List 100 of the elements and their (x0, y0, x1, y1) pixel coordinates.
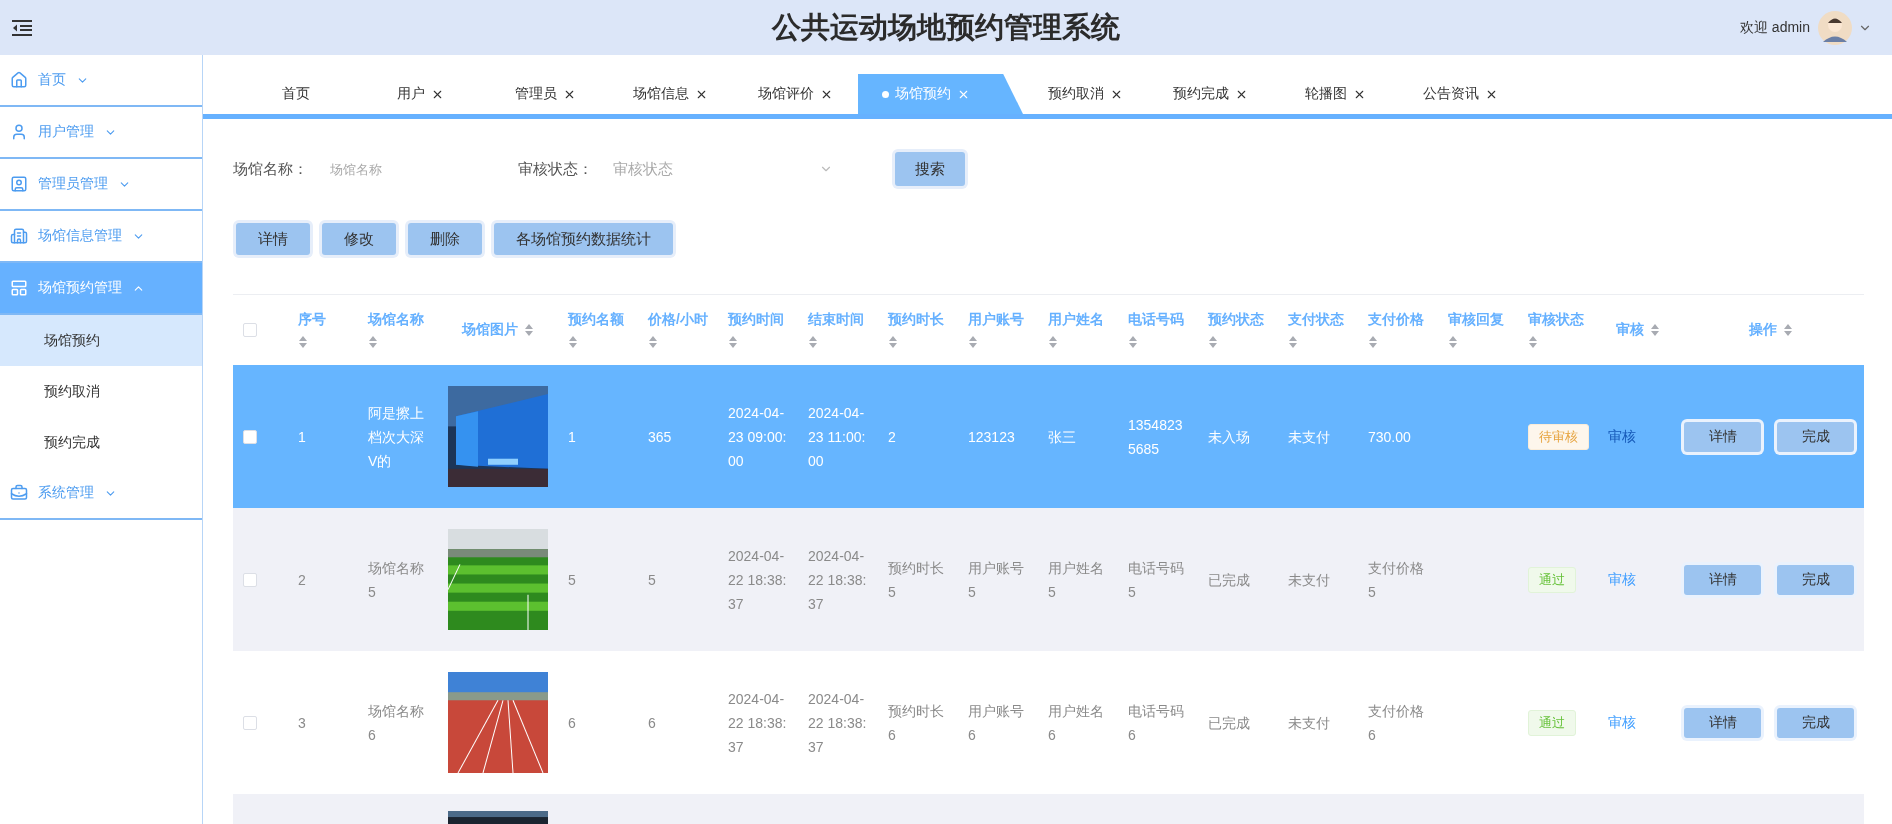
table-cell-text: 未入场 (1208, 427, 1250, 447)
action-button[interactable]: 各场馆预约数据统计 (494, 223, 673, 255)
table-cell-text: 用户账号5 (968, 558, 1025, 602)
sidebar-subitem[interactable]: 场馆预约 (0, 315, 202, 366)
row-button[interactable]: 完成 (1777, 707, 1854, 738)
sort-icon[interactable] (648, 335, 658, 349)
table-cell-text: 阿是擦上档次大深V的 (368, 403, 425, 471)
sort-icon[interactable] (368, 335, 378, 349)
table-cell-text: 电话号码6 (1128, 701, 1185, 745)
column-header: 支付状态 (1288, 311, 1344, 329)
sort-icon[interactable] (728, 335, 738, 349)
table-cell-text: 1 (568, 427, 576, 447)
sort-icon[interactable] (298, 335, 308, 349)
table-row[interactable]: 1 阿是擦上档次大深V的 1 365 2024-04-23 09:00:00 2024-04-23 11:00:00 2 123123 张三 13548235685 未入场 未支付 730.00 待审核 审核 详情 完成 (233, 365, 1864, 508)
row-button[interactable]: 完成 (1777, 421, 1854, 452)
table-cell-text: 2024-04-23 11:00:00 (808, 403, 867, 471)
tab[interactable]: 场馆信息 (608, 74, 733, 114)
status-tag: 待审核 (1528, 423, 1589, 450)
column-header: 场馆图片 (462, 321, 518, 339)
table-cell-text: 已完成 (1208, 713, 1250, 733)
checkbox[interactable] (243, 429, 257, 444)
table-cell-text: 5 (648, 570, 656, 590)
field-label: 审核状态： (518, 159, 593, 179)
checkbox[interactable] (243, 572, 257, 587)
table-cell-text: 未支付 (1288, 570, 1330, 590)
column-header: 操作 (1749, 321, 1777, 339)
table-cell-text: 365 (648, 427, 672, 447)
building-icon (10, 227, 28, 245)
sort-icon[interactable] (568, 335, 578, 349)
table-cell-text: 张三 (1048, 427, 1076, 447)
field-label: 场馆名称： (233, 159, 308, 179)
checkbox[interactable] (243, 715, 257, 730)
column-header: 序号 (298, 311, 326, 329)
sort-icon[interactable] (1448, 335, 1458, 349)
tab[interactable]: 场馆评价 (733, 74, 858, 114)
sort-icon[interactable] (808, 335, 818, 349)
column-header: 预约时长 (888, 311, 944, 329)
table-cell-text: 已完成 (1208, 570, 1250, 590)
table-cell-text: 预约时长5 (888, 558, 945, 602)
table-cell-text: 2024-04-22 18:38:37 (728, 689, 788, 757)
tab[interactable]: 预约完成 (1148, 74, 1273, 114)
action-button[interactable]: 修改 (322, 223, 396, 255)
table-cell-text: 13548235685 (1128, 415, 1184, 459)
sort-icon[interactable] (888, 335, 898, 349)
column-header: 审核回复 (1448, 311, 1504, 329)
column-header: 预约名额 (568, 311, 624, 329)
table-cell-text: 2024-04-22 18:38:37 (728, 546, 788, 614)
sort-icon[interactable] (524, 323, 534, 337)
table-row[interactable] (233, 794, 1864, 824)
column-header: 场馆名称 (368, 311, 424, 329)
table-cell-text: 2024-04-23 09:00:00 (728, 403, 788, 471)
search-button[interactable]: 搜索 (895, 152, 965, 186)
sort-icon[interactable] (1288, 335, 1298, 349)
checkbox[interactable] (243, 323, 257, 337)
sort-icon[interactable] (1128, 335, 1138, 349)
row-button[interactable]: 详情 (1684, 564, 1761, 595)
table-cell-text: 预约时长6 (888, 701, 945, 745)
home-icon (10, 71, 28, 89)
table-cell-text: 6 (568, 713, 576, 733)
layout-icon (10, 279, 28, 297)
user-icon (10, 123, 28, 141)
sort-icon[interactable] (1368, 335, 1378, 349)
table-cell-text: 用户姓名5 (1048, 558, 1105, 602)
column-header: 价格/小时 (648, 311, 708, 329)
table-cell-text: 场馆名称5 (368, 558, 425, 602)
tab[interactable]: 首页 (233, 74, 358, 114)
sort-icon[interactable] (1783, 323, 1793, 337)
row-button[interactable]: 详情 (1684, 421, 1761, 452)
tab[interactable]: 预约取消 (1023, 74, 1148, 114)
column-header: 电话号码 (1128, 311, 1184, 329)
tab[interactable]: 轮播图 (1273, 74, 1398, 114)
sort-icon[interactable] (1650, 323, 1660, 337)
table-cell-text: 场馆名称6 (368, 701, 425, 745)
table-cell-text: 5 (568, 570, 576, 590)
column-header: 审核状态 (1528, 311, 1584, 329)
table-cell-text: 2024-04-22 18:38:37 (808, 689, 868, 757)
row-button[interactable]: 详情 (1684, 707, 1761, 738)
column-header: 支付价格 (1368, 311, 1424, 329)
dot-icon (881, 90, 889, 98)
sort-icon[interactable] (968, 335, 978, 349)
avatar[interactable] (1818, 10, 1852, 45)
tab[interactable]: 用户 (358, 74, 483, 114)
table-row[interactable]: 2 场馆名称5 5 5 2024-04-22 18:38:37 2024-04-22 18:38:37 预约时长5 用户账号5 用户姓名5 电话号码5 已完成 未支付 支付价格5 通过 审核 详情 完成 (233, 508, 1864, 651)
id-card-icon (10, 175, 28, 193)
action-button[interactable]: 详情 (236, 223, 310, 255)
column-header: 结束时间 (808, 311, 864, 329)
action-button[interactable]: 删除 (408, 223, 482, 255)
sort-icon[interactable] (1048, 335, 1058, 349)
sort-icon[interactable] (1528, 335, 1538, 349)
table-cell-text: 2024-04-22 18:38:37 (808, 546, 868, 614)
sort-icon[interactable] (1208, 335, 1218, 349)
welcome-text: 欢迎 admin (1739, 18, 1810, 37)
row-button[interactable]: 完成 (1777, 564, 1854, 595)
menu-icon[interactable] (12, 19, 32, 36)
table-cell-text: 1 (298, 427, 306, 447)
tab[interactable]: 公告资讯 (1398, 74, 1523, 114)
tab[interactable]: 管理员 (483, 74, 608, 114)
column-header: 用户账号 (968, 311, 1024, 329)
table-cell-text: 3 (298, 713, 306, 733)
table-cell-text: 支付价格6 (1368, 701, 1425, 745)
